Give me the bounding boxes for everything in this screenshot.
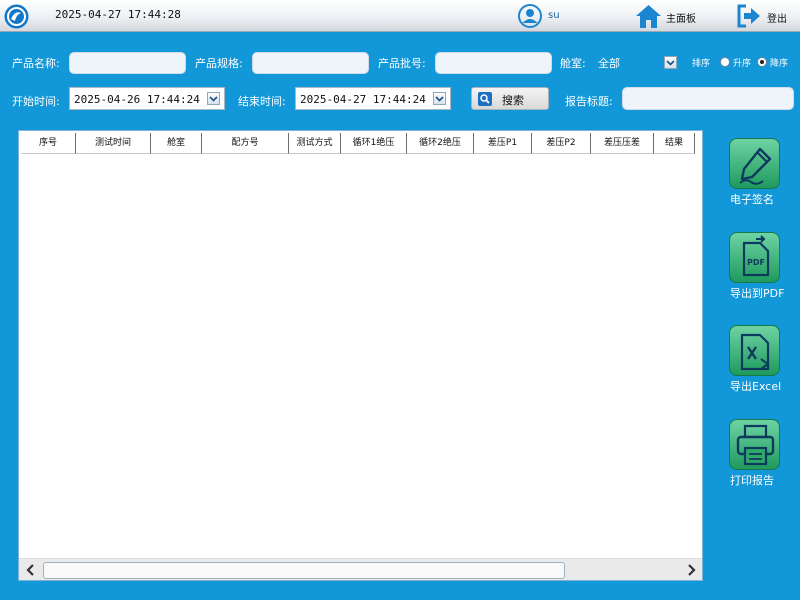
table-header: 序号 测试时间 舱室 配方号 测试方式 循环1绝压 循环2绝压 差压P1 差压P…	[21, 133, 695, 154]
sort-label: 排序	[692, 59, 711, 69]
sort-asc-radio[interactable]	[720, 57, 730, 67]
chamber-dropdown-button[interactable]	[664, 56, 677, 69]
start-time-value: 2025-04-26 17:44:24	[74, 93, 200, 106]
pen-signature-icon	[739, 147, 772, 185]
column-header[interactable]: 测试方式	[289, 133, 341, 154]
column-header[interactable]: 循环2绝压	[407, 133, 474, 154]
excel-file-icon	[740, 333, 770, 371]
search-button-label: 搜索	[502, 94, 524, 107]
end-time-value: 2025-04-27 17:44:24	[300, 93, 426, 106]
product-spec-label: 产品规格:	[195, 57, 243, 70]
export-excel-button[interactable]	[729, 325, 780, 376]
chamber-select-value[interactable]: 全部	[598, 55, 620, 71]
search-button[interactable]: 搜索	[471, 87, 549, 110]
column-header[interactable]: 差压P1	[474, 133, 532, 154]
top-bar: 2025-04-27 17:44:28 su 主面板 登出	[0, 0, 800, 32]
start-time-dropdown-button[interactable]	[207, 92, 220, 105]
home-icon[interactable]	[635, 3, 662, 29]
column-header[interactable]: 序号	[21, 133, 76, 154]
search-icon	[478, 92, 492, 106]
column-header[interactable]: 舱室	[151, 133, 202, 154]
logout-button-label[interactable]: 登出	[767, 10, 787, 25]
results-table[interactable]: 序号 测试时间 舱室 配方号 测试方式 循环1绝压 循环2绝压 差压P1 差压P…	[18, 130, 703, 581]
start-time-label: 开始时间:	[12, 95, 60, 108]
product-spec-input[interactable]	[252, 52, 369, 74]
report-title-label: 报告标题:	[565, 95, 613, 108]
home-button-label[interactable]: 主面板	[666, 10, 696, 25]
logout-icon[interactable]	[736, 4, 761, 28]
chevron-down-icon	[666, 60, 675, 66]
start-time-picker[interactable]: 2025-04-26 17:44:24	[69, 87, 225, 110]
user-icon[interactable]	[518, 4, 542, 28]
batch-number-input[interactable]	[435, 52, 552, 74]
chevron-down-icon	[435, 96, 444, 102]
batch-number-label: 产品批号:	[378, 57, 426, 70]
end-time-label: 结束时间:	[238, 95, 286, 108]
end-time-dropdown-button[interactable]	[433, 92, 446, 105]
scroll-left-icon[interactable]	[23, 562, 39, 578]
svg-text:PDF: PDF	[747, 258, 765, 267]
scroll-right-icon[interactable]	[683, 562, 699, 578]
report-title-input[interactable]	[622, 87, 794, 110]
pdf-file-icon: PDF	[742, 235, 770, 277]
current-datetime: 2025-04-27 17:44:28	[55, 8, 181, 21]
column-header[interactable]: 结果	[654, 133, 695, 154]
product-name-label: 产品名称:	[12, 57, 60, 70]
column-header[interactable]: 配方号	[202, 133, 289, 154]
column-header[interactable]: 循环1绝压	[341, 133, 407, 154]
app-logo-icon	[4, 4, 29, 29]
product-name-input[interactable]	[69, 52, 186, 74]
print-report-label: 打印报告	[730, 474, 774, 487]
horizontal-scrollbar[interactable]	[19, 558, 702, 580]
print-report-button[interactable]	[729, 419, 780, 470]
export-pdf-button[interactable]: PDF	[729, 232, 780, 283]
column-header[interactable]: 差压P2	[532, 133, 591, 154]
end-time-picker[interactable]: 2025-04-27 17:44:24	[295, 87, 451, 110]
sort-desc-label[interactable]: 降序	[770, 56, 788, 69]
column-header[interactable]: 差压压差	[591, 133, 654, 154]
e-signature-label: 电子签名	[730, 193, 774, 206]
printer-icon	[736, 424, 775, 466]
column-header[interactable]: 测试时间	[76, 133, 151, 154]
e-signature-button[interactable]	[729, 138, 780, 189]
chamber-label: 舱室:	[560, 57, 586, 70]
sort-asc-label[interactable]: 升序	[733, 56, 751, 69]
user-name: su	[548, 10, 560, 21]
chevron-down-icon	[209, 96, 218, 102]
export-excel-label: 导出Excel	[730, 380, 782, 393]
scrollbar-thumb[interactable]	[43, 562, 565, 579]
sort-desc-radio[interactable]	[757, 57, 767, 67]
export-pdf-label: 导出到PDF	[730, 287, 785, 300]
